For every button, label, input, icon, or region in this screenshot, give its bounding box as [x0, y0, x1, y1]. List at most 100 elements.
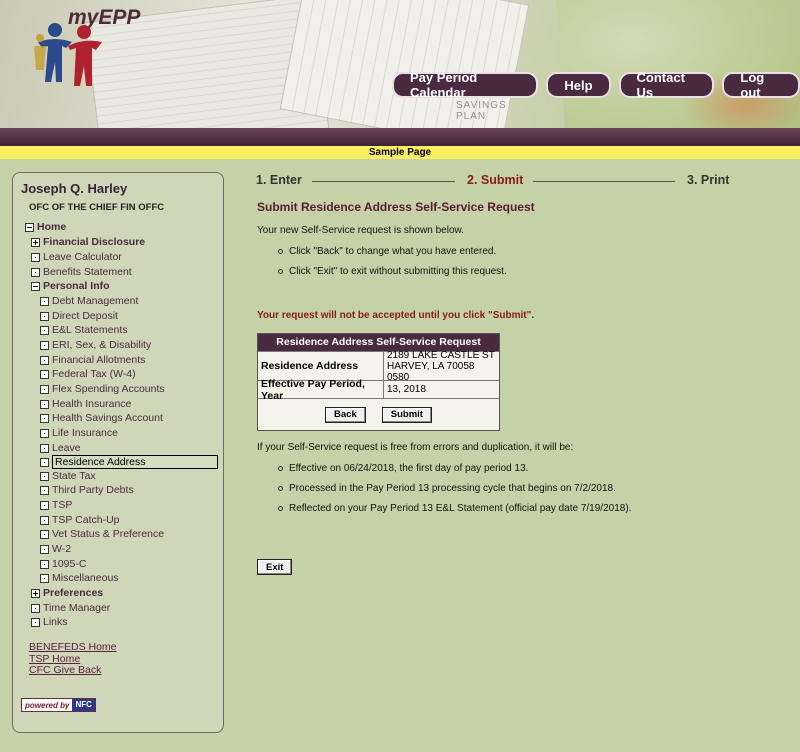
back-button[interactable]: Back	[325, 406, 366, 423]
powered-by-nfc-badge[interactable]: powered by NFC	[21, 698, 96, 712]
sidebar-item-state-tax[interactable]: State Tax	[40, 470, 96, 482]
sidebar-item-tsp[interactable]: TSP	[40, 499, 72, 511]
bullet-icon	[40, 340, 49, 350]
outcome-effective: Effective on 06/24/2018, the first day o…	[278, 463, 528, 474]
sidebar-item-direct-deposit[interactable]: Direct Deposit	[40, 310, 118, 322]
bullet-icon	[40, 325, 49, 335]
bullet-icon	[40, 529, 49, 539]
bullet-icon	[40, 384, 49, 394]
log-out-button[interactable]: Log out	[722, 70, 800, 100]
sidebar-item-1095c[interactable]: 1095-C	[40, 558, 86, 570]
bullet-icon	[40, 573, 49, 583]
myepp-logo[interactable]: myEPP	[32, 4, 140, 100]
table-heading: Residence Address Self-Service Request	[258, 334, 499, 351]
collapse-icon[interactable]	[31, 281, 40, 291]
sidebar-item-w2[interactable]: W-2	[40, 543, 71, 555]
outcome-intro: If your Self-Service request is free fro…	[257, 442, 574, 453]
sidebar-item-home[interactable]: Home	[25, 221, 66, 233]
sidebar-item-leave[interactable]: Leave	[40, 442, 81, 454]
step-enter: 1. Enter	[256, 173, 302, 187]
row-value: 13, 2018	[387, 384, 426, 395]
cfc-give-back-link[interactable]: CFC Give Back	[29, 664, 101, 676]
exit-button[interactable]: Exit	[257, 559, 293, 575]
expand-icon[interactable]	[31, 588, 40, 598]
sidebar-item-residence-address[interactable]: Residence Address	[40, 455, 218, 469]
sidebar-item-vet-status[interactable]: Vet Status & Preference	[40, 528, 164, 540]
submit-warning: Your request will not be accepted until …	[257, 310, 535, 321]
sidebar-item-leave-calculator[interactable]: Leave Calculator	[31, 251, 122, 263]
step-divider	[533, 181, 675, 182]
sidebar-item-miscellaneous[interactable]: Miscellaneous	[40, 572, 119, 584]
table-actions: Back Submit	[258, 398, 499, 430]
user-name: Joseph Q. Harley	[21, 181, 128, 196]
sample-page-banner: Sample Page	[0, 146, 800, 159]
outcome-reflected: Reflected on your Pay Period 13 E&L Stat…	[278, 503, 631, 514]
sidebar-item-financial-allotments[interactable]: Financial Allotments	[40, 354, 145, 366]
bullet-icon	[31, 252, 40, 262]
sidebar-item-links[interactable]: Links	[31, 616, 68, 628]
request-summary-table: Residence Address Self-Service Request R…	[257, 333, 500, 431]
header-decor-text: SAVINGS PLAN	[456, 100, 507, 122]
collapse-icon[interactable]	[25, 222, 34, 232]
bullet-icon	[40, 399, 49, 409]
bullet-icon	[31, 617, 40, 627]
step-submit: 2. Submit	[467, 173, 524, 187]
bullet-icon	[40, 355, 49, 365]
bullet-icon	[40, 413, 49, 423]
row-label: Effective Pay Period, Year	[258, 378, 384, 402]
bullet-icon	[40, 369, 49, 379]
sidebar-item-financial-disclosure[interactable]: Financial Disclosure	[31, 236, 145, 248]
bullet-icon	[40, 311, 49, 321]
bullet-icon	[40, 443, 49, 453]
top-navigation: Pay Period Calendar Help Contact Us Log …	[392, 70, 800, 100]
pay-period-calendar-button[interactable]: Pay Period Calendar	[392, 70, 539, 100]
sidebar-item-personal-info[interactable]: Personal Info	[31, 280, 110, 292]
outcome-processed: Processed in the Pay Period 13 processin…	[278, 483, 616, 494]
bullet-icon	[40, 515, 49, 525]
sidebar-item-time-manager[interactable]: Time Manager	[31, 602, 110, 614]
table-row: Residence Address 2189 LAKE CASTLE ST HA…	[258, 349, 499, 383]
page-title: Submit Residence Address Self-Service Re…	[257, 200, 535, 214]
sidebar-item-preferences[interactable]: Preferences	[31, 587, 103, 599]
people-logo-icon	[34, 23, 102, 86]
bullet-icon	[40, 559, 49, 569]
sidebar-item-tsp-catch-up[interactable]: TSP Catch-Up	[40, 514, 120, 526]
sidebar-item-health-savings[interactable]: Health Savings Account	[40, 412, 163, 424]
bullet-icon	[40, 471, 49, 481]
row-value: 2189 LAKE CASTLE ST HARVEY, LA 70058 058…	[387, 349, 495, 383]
contact-us-button[interactable]: Contact Us	[618, 70, 715, 100]
header-band	[0, 128, 800, 146]
sidebar-item-health-insurance[interactable]: Health Insurance	[40, 398, 131, 410]
sidebar-item-federal-tax[interactable]: Federal Tax (W-4)	[40, 368, 136, 380]
sidebar-item-benefits-statement[interactable]: Benefits Statement	[31, 266, 132, 278]
help-button[interactable]: Help	[546, 72, 611, 98]
bullet-icon	[40, 485, 49, 495]
user-office: OFC OF THE CHIEF FIN OFFC	[29, 202, 165, 213]
bullet-icon	[31, 603, 40, 613]
progress-steps: 1. Enter 2. Submit 3. Print	[256, 173, 732, 189]
benefeds-home-link[interactable]: BENEFEDS Home	[29, 641, 117, 653]
bullet-icon	[40, 428, 49, 438]
submit-button[interactable]: Submit	[381, 406, 432, 423]
sidebar-item-flex-spending[interactable]: Flex Spending Accounts	[40, 383, 165, 395]
row-label: Residence Address	[258, 352, 384, 380]
bullet-icon	[40, 457, 49, 467]
table-row: Effective Pay Period, Year 13, 2018	[258, 378, 499, 402]
bullet-icon	[40, 296, 49, 306]
intro-text: Your new Self-Service request is shown b…	[257, 225, 464, 236]
bullet-icon	[31, 267, 40, 277]
step-divider	[312, 181, 455, 182]
sidebar: Joseph Q. Harley OFC OF THE CHIEF FIN OF…	[12, 172, 224, 733]
sidebar-item-el-statements[interactable]: E&L Statements	[40, 324, 127, 336]
sidebar-item-third-party-debts[interactable]: Third Party Debts	[40, 484, 134, 496]
expand-icon[interactable]	[31, 237, 40, 247]
sidebar-item-eri-sex-disability[interactable]: ERI, Sex, & Disability	[40, 339, 151, 351]
nfc-logo: NFC	[72, 699, 95, 711]
site-header: SAVINGS PLAN myEPP Pay Period Calendar H…	[0, 0, 800, 128]
sidebar-item-debt-management[interactable]: Debt Management	[40, 295, 138, 307]
instruction-exit: Click "Exit" to exit without submitting …	[278, 266, 507, 277]
bullet-icon	[40, 500, 49, 510]
sidebar-item-life-insurance[interactable]: Life Insurance	[40, 427, 118, 439]
step-print: 3. Print	[687, 173, 730, 187]
bullet-icon	[40, 544, 49, 554]
